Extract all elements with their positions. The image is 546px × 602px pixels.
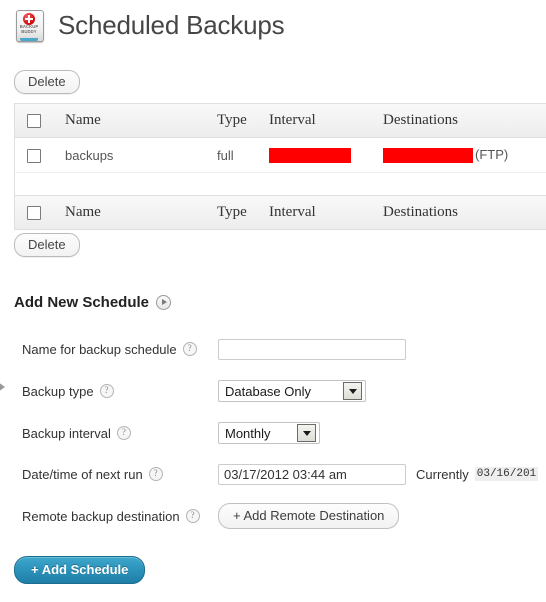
logo-text-line2: BUDDY: [21, 28, 37, 34]
currently-datetime-value: 03/16/201: [474, 467, 539, 481]
label-name-for-backup-schedule: Name for backup schedule ?: [0, 342, 218, 357]
add-new-schedule-label: Add New Schedule: [14, 294, 150, 311]
logo-text: BACKUP BUDDY: [17, 24, 41, 34]
select-all-checkbox-bottom[interactable]: [27, 205, 41, 220]
table-body: backups full (FTP): [14, 137, 546, 197]
spacer-cell: [14, 172, 546, 197]
delete-button-top[interactable]: Delete: [14, 70, 80, 94]
redaction-bar-destination: [383, 148, 473, 164]
backup-interval-select[interactable]: Monthly: [218, 422, 320, 444]
footer-header-name[interactable]: Name: [65, 195, 217, 231]
table-foot: Name Type Interval Destinations: [14, 195, 546, 231]
column-header-interval[interactable]: Interval: [269, 103, 383, 138]
column-header-name[interactable]: Name: [65, 103, 217, 138]
label-text-backup-type: Backup type: [22, 383, 94, 399]
table-header-row: Name Type Interval Destinations: [14, 103, 546, 138]
redaction-bar-interval: [269, 148, 351, 164]
next-run-datetime-input[interactable]: [218, 463, 406, 485]
cell-type: full: [217, 137, 269, 174]
delete-button-bottom[interactable]: Delete: [14, 233, 80, 257]
add-new-schedule-heading: Add New Schedule: [14, 294, 172, 311]
column-header-type[interactable]: Type: [217, 103, 269, 138]
backup-interval-selected-value: Monthly: [225, 425, 271, 441]
table-spacer-row: [14, 172, 546, 197]
chevron-down-icon-backup-type: [343, 382, 362, 400]
destination-protocol-label: (FTP): [475, 147, 509, 162]
backup-type-select[interactable]: Database Only: [218, 380, 366, 402]
label-text-name: Name for backup schedule: [22, 341, 177, 357]
backupbuddy-logo-icon: BACKUP BUDDY: [14, 9, 44, 43]
table-footer-row: Name Type Interval Destinations: [14, 195, 546, 231]
select-all-checkbox-top[interactable]: [27, 113, 41, 128]
cell-name: backups: [65, 137, 217, 174]
row-checkbox-cell: [14, 137, 65, 174]
scheduled-backups-table: Name Type Interval Destinations backups …: [14, 103, 546, 231]
form-row-backup-type: Backup type ? Database Only: [0, 376, 546, 406]
page-title: Scheduled Backups: [58, 9, 285, 40]
footer-header-destinations[interactable]: Destinations: [383, 195, 546, 231]
table-head: Name Type Interval Destinations: [14, 103, 546, 138]
form-row-remote-destination: Remote backup destination ? + Add Remote…: [0, 501, 546, 531]
label-text-backup-interval: Backup interval: [22, 425, 111, 441]
label-text-next-run: Date/time of next run: [22, 466, 143, 482]
row-select-checkbox[interactable]: [27, 148, 41, 163]
label-backup-type: Backup type ?: [0, 384, 218, 399]
label-backup-interval: Backup interval ?: [0, 426, 218, 441]
help-icon-name[interactable]: ?: [182, 342, 197, 356]
help-icon-backup-type[interactable]: ?: [99, 384, 114, 398]
page-header: BACKUP BUDDY Scheduled Backups: [0, 0, 285, 50]
form-row-name: Name for backup schedule ?: [0, 334, 546, 364]
help-icon-backup-interval[interactable]: ?: [116, 426, 131, 440]
select-all-footer: [14, 195, 65, 231]
label-next-run: Date/time of next run ?: [0, 467, 218, 482]
add-remote-destination-button[interactable]: + Add Remote Destination: [218, 503, 400, 529]
table-row: backups full (FTP): [14, 137, 546, 174]
select-all-header: [14, 103, 65, 138]
add-schedule-button[interactable]: + Add Schedule: [14, 556, 146, 584]
footer-header-type[interactable]: Type: [217, 195, 269, 231]
column-header-destinations[interactable]: Destinations: [383, 103, 546, 138]
form-row-next-run: Date/time of next run ? Currently 03/16/…: [0, 459, 546, 489]
help-icon-remote-destination[interactable]: ?: [185, 509, 200, 523]
play-video-icon[interactable]: [156, 295, 172, 310]
label-text-remote-destination: Remote backup destination: [22, 508, 180, 524]
backup-type-selected-value: Database Only: [225, 383, 311, 399]
schedule-name-input[interactable]: [218, 338, 406, 360]
chevron-down-icon-backup-interval: [297, 424, 316, 442]
help-icon-next-run[interactable]: ?: [148, 467, 163, 481]
cell-interval: [269, 137, 383, 174]
footer-header-interval[interactable]: Interval: [269, 195, 383, 231]
label-remote-destination: Remote backup destination ?: [0, 509, 218, 524]
form-row-backup-interval: Backup interval ? Monthly: [0, 418, 546, 448]
logo-base-bar: [20, 38, 38, 41]
cell-destinations: (FTP): [383, 137, 546, 174]
currently-label: Currently: [416, 466, 469, 482]
